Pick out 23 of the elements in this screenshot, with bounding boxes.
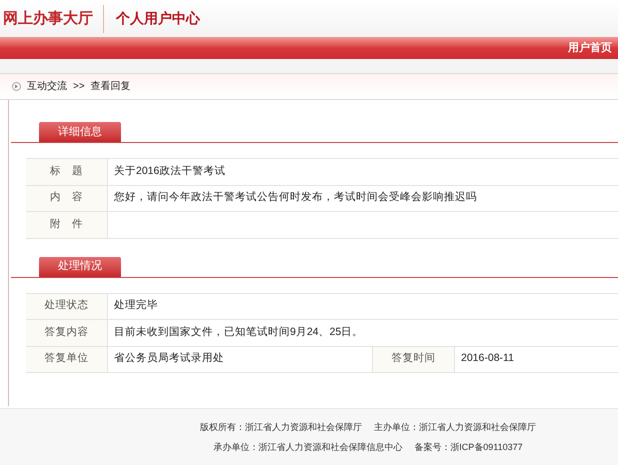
field-value: 2016-08-11	[460, 351, 515, 366]
site-logo: 网上办事大厅	[0, 4, 104, 32]
field-label: 答复单位	[26, 346, 108, 372]
field-label: 答复时间	[373, 346, 455, 372]
breadcrumb-link[interactable]: 互动交流	[27, 79, 67, 94]
page-title: 个人用户中心	[114, 9, 200, 28]
field-label: 标 题	[26, 159, 108, 184]
field-label: 附 件	[26, 212, 108, 238]
footer-text: 版权所有：浙江省人力资源和社会保障厅	[200, 421, 362, 434]
field-value: 目前未收到国家文件，已知笔试时间9月24、25日。	[113, 324, 364, 340]
field-value: 关于2016政法干警考试	[113, 164, 226, 179]
field-label: 处理状态	[26, 294, 108, 319]
footer-text: 承办单位：浙江省人力资源和社会保障信息中心	[213, 440, 402, 454]
arrow-icon	[12, 82, 21, 91]
home-link[interactable]: 用户首页	[568, 40, 612, 56]
footer-text: 主办单位：浙江省人力资源和社会保障厅	[374, 421, 536, 434]
breadcrumb-current: 查看回复	[90, 80, 131, 94]
footer-text: 备案号：浙ICP备09110377	[414, 440, 523, 454]
field-value: 处理完毕	[113, 298, 159, 314]
breadcrumb-separator: >>	[73, 80, 85, 94]
field-value: 您好，请问今年政法干警考试公告何时发布，考试时间会受峰会影响推迟吗	[113, 190, 478, 206]
field-label: 内 容	[26, 186, 108, 211]
field-label: 答复内容	[26, 320, 108, 346]
